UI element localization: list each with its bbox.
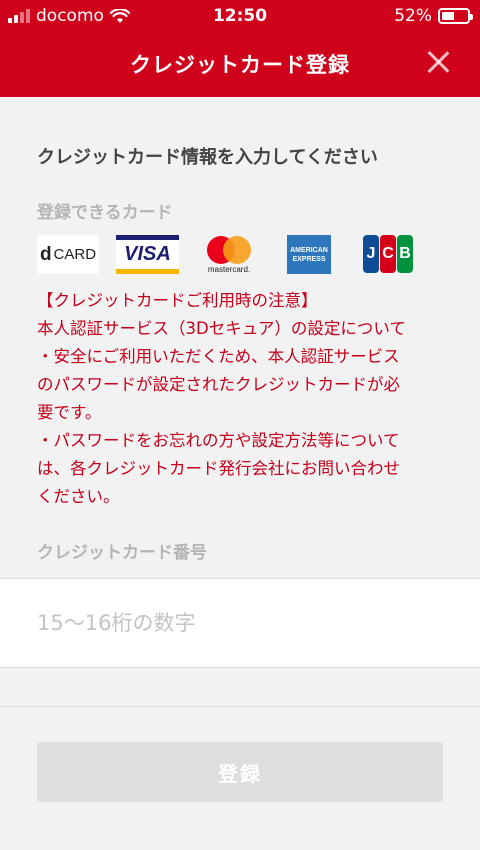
amex-logo-icon: AMERICAN EXPRESS	[287, 235, 331, 274]
jcb-letter-j: J	[363, 235, 379, 273]
notice-line: ・安全にご利用いただくため、本人認証サービス	[37, 347, 400, 366]
divider	[0, 706, 480, 707]
security-notice: 【クレジットカードご利用時の注意】 本人認証サービス（3Dセキュア）の設定につい…	[37, 287, 449, 511]
supported-cards-label: 登録できるカード	[37, 203, 173, 223]
visa-logo-text: VISA	[124, 243, 171, 265]
visa-logo-icon: VISA	[116, 235, 179, 274]
amex-logo-line2: EXPRESS	[292, 255, 326, 263]
dcard-logo-icon: d CARD	[37, 235, 99, 274]
dcard-logo-text: CARD	[53, 246, 97, 263]
notice-line: ください。	[37, 487, 120, 506]
notice-line: は、各クレジットカード発行会社にお問い合わせ	[37, 459, 400, 478]
jcb-letter-c: C	[380, 235, 396, 273]
notice-line: ・パスワードをお忘れの方や設定方法等について	[37, 431, 400, 450]
card-number-field	[0, 578, 480, 668]
notice-line: のパスワードが設定されたクレジットカードが必	[37, 375, 400, 394]
close-button[interactable]	[426, 50, 450, 74]
jcb-letter-b: B	[397, 235, 413, 273]
notice-heading: 【クレジットカードご利用時の注意】	[37, 291, 318, 310]
page-title: クレジットカード登録	[130, 53, 350, 77]
card-number-label: クレジットカード番号	[37, 543, 207, 563]
mastercard-logo-text: mastercard.	[207, 264, 251, 274]
status-right: 52%	[394, 6, 473, 26]
jcb-logo-icon: J C B	[363, 235, 413, 273]
register-button[interactable]: 登録	[37, 742, 443, 802]
app-header: docomo 12:50 52% クレジットカード登録	[0, 0, 480, 97]
mastercard-circles	[204, 235, 254, 264]
amex-logo-line1: AMERICAN	[290, 246, 328, 254]
notice-line: 要です。	[37, 403, 102, 422]
section-title: クレジットカード情報を入力してください	[37, 147, 378, 168]
battery-percent: 52%	[394, 6, 432, 26]
mastercard-logo-icon: mastercard.	[201, 235, 257, 274]
status-bar: docomo 12:50 52%	[0, 0, 480, 34]
battery-icon	[438, 8, 473, 24]
notice-line: 本人認証サービス（3Dセキュア）の設定について	[37, 319, 406, 338]
card-number-input[interactable]	[37, 605, 457, 641]
dcard-logo-prefix: d	[39, 243, 52, 265]
